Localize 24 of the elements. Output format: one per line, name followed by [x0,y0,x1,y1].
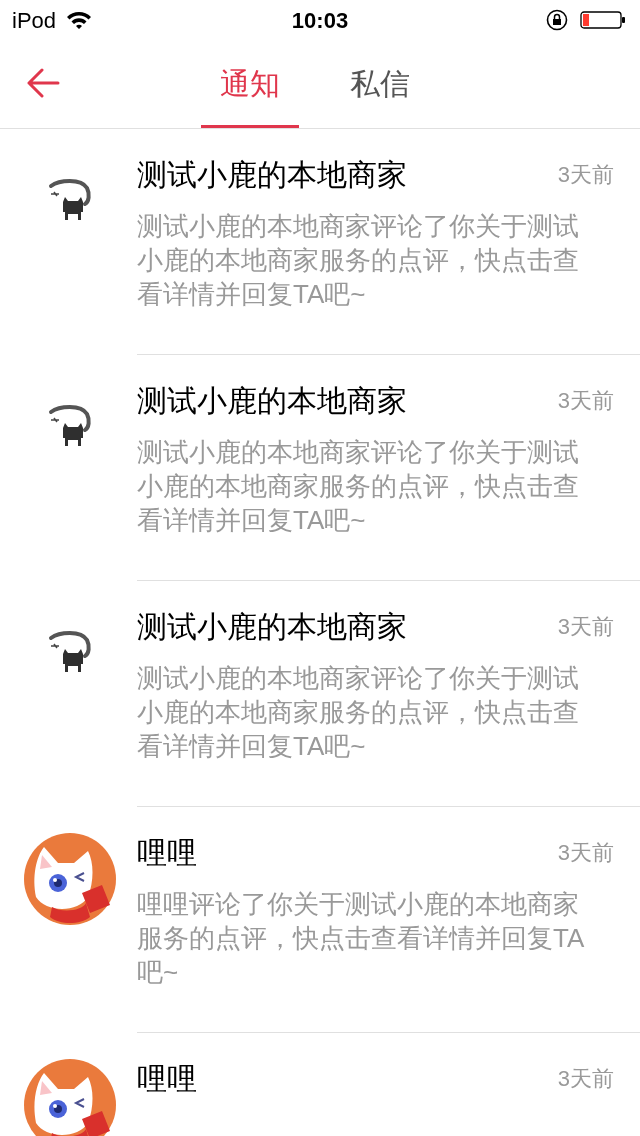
battery-icon [580,10,626,30]
notification-message: 哩哩评论了你关于测试小鹿的本地商家服务的点评，快点击查看详情并回复TA吧~ [137,888,586,989]
notification-message: 测试小鹿的本地商家评论了你关于测试小鹿的本地商家服务的点评，快点击查看详情并回复TA吧~ [137,210,580,311]
timestamp: 3天前 [557,161,614,189]
sender-name: 测试小鹿的本地商家 [137,609,407,645]
timestamp: 3天前 [557,1065,614,1093]
sender-name: 测试小鹿的本地商家 [137,383,407,419]
timestamp: 3天前 [557,387,614,415]
sender-name: 哩哩 [137,1061,197,1097]
carrier-name: iPod [12,6,57,35]
timestamp: 3天前 [557,839,614,867]
wifi-icon [66,10,93,30]
notification-message: 测试小鹿的本地商家评论了你关于测试小鹿的本地商家服务的点评，快点击查看详情并回复TA吧~ [137,436,580,537]
cartoon-cat-avatar-icon [24,833,116,925]
notification-message: 测试小鹿的本地商家评论了你关于测试小鹿的本地商家服务的点评，快点击查看详情并回复TA吧~ [137,662,580,763]
cartoon-cat-avatar-icon [24,1059,116,1136]
sender-name: 哩哩 [137,835,197,871]
back-arrow-icon [26,68,60,98]
tab[interactable]: 通知 [201,40,299,128]
tab[interactable]: 私信 [331,40,429,128]
rotation-lock-icon [546,9,568,31]
timestamp: 3天前 [557,613,614,641]
sender-name: 测试小鹿的本地商家 [137,157,407,193]
status-time: 10:03 [291,6,349,35]
